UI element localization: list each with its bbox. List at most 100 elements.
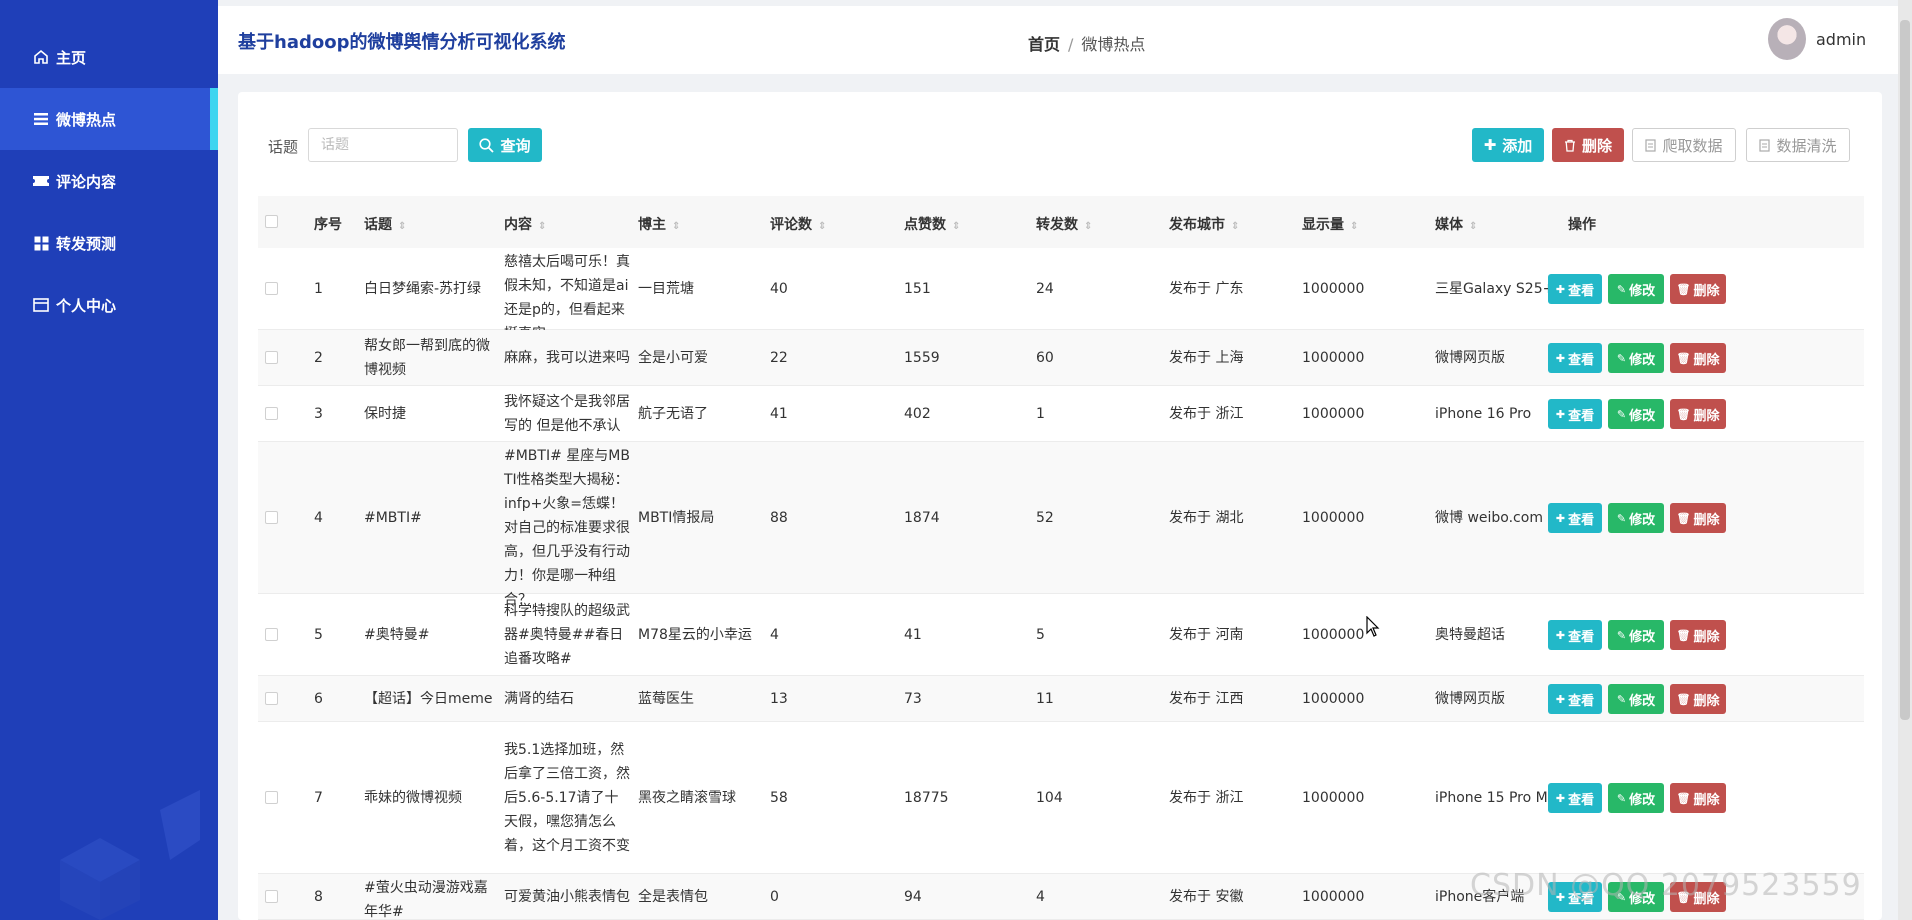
decorative-cubes bbox=[60, 790, 200, 920]
breadcrumb-home[interactable]: 首页 bbox=[1028, 35, 1060, 54]
cell-topic: 帮女郎一帮到底的微博视频 bbox=[364, 338, 490, 378]
column-header-city[interactable]: 发布城市 ⇕ bbox=[1169, 214, 1239, 234]
cell-comments: 40 bbox=[770, 281, 788, 297]
cell-media: iPhone 15 Pro Max bbox=[1435, 790, 1565, 806]
ticket-icon bbox=[32, 172, 50, 190]
delete-button[interactable]: 删除 bbox=[1552, 128, 1624, 162]
row-checkbox[interactable] bbox=[265, 890, 278, 903]
query-button[interactable]: 查询 bbox=[468, 128, 542, 162]
select-all-checkbox[interactable] bbox=[265, 215, 278, 228]
edit-button-label: 修改 bbox=[1629, 512, 1656, 528]
sidebar-item-comments[interactable]: 评论内容 bbox=[0, 150, 218, 212]
crawl-data-button[interactable]: 爬取数据 bbox=[1632, 128, 1736, 162]
table-row[interactable]: 3 保时捷 我怀疑这个是我邻居写的 但是他不承认 航子无语了 41 402 1 发布于 浙江 1… bbox=[258, 386, 1864, 442]
avatar[interactable] bbox=[1768, 18, 1806, 60]
table-row[interactable]: 6 【超话】今日meme 满肾的结石 蓝莓医生 13 73 11 发布于 江西 1000000 微… bbox=[258, 676, 1864, 722]
sort-icon: ⇕ bbox=[952, 221, 961, 232]
edit-icon: ✎ bbox=[1616, 791, 1627, 805]
delete-row-button[interactable]: 🗑 删除 bbox=[1670, 684, 1726, 714]
view-button[interactable]: ✚ 查看 bbox=[1548, 620, 1602, 650]
row-checkbox[interactable] bbox=[265, 692, 278, 705]
cell-reposts: 1 bbox=[1036, 406, 1045, 422]
cell-no: 5 bbox=[314, 627, 323, 643]
view-button-label: 查看 bbox=[1568, 408, 1595, 424]
view-button[interactable]: ✚ 查看 bbox=[1548, 503, 1602, 533]
sidebar-item-home[interactable]: 主页 bbox=[0, 26, 218, 88]
edit-button[interactable]: ✎ 修改 bbox=[1608, 783, 1664, 813]
edit-button[interactable]: ✎ 修改 bbox=[1608, 343, 1664, 373]
column-header-comments[interactable]: 评论数 ⇕ bbox=[770, 214, 826, 234]
table-row[interactable]: 2 帮女郎一帮到底的微博视频 麻麻，我可以进来吗 全是小可爱 22 1559 60 发布于 上… bbox=[258, 330, 1864, 386]
edit-button[interactable]: ✎ 修改 bbox=[1608, 399, 1664, 429]
view-button-label: 查看 bbox=[1568, 629, 1595, 645]
cell-comments: 22 bbox=[770, 350, 788, 366]
cell-author: 航子无语了 bbox=[638, 406, 708, 422]
edit-button-label: 修改 bbox=[1629, 408, 1656, 424]
table-row[interactable]: 7 乖妹的微博视频 我5.1选择加班，然后拿了三倍工资，然后5.6-5.17请了十天… bbox=[258, 722, 1864, 874]
view-button[interactable]: ✚ 查看 bbox=[1548, 684, 1602, 714]
column-header-media[interactable]: 媒体 ⇕ bbox=[1435, 214, 1477, 234]
edit-icon: ✎ bbox=[1616, 692, 1627, 706]
delete-row-button[interactable]: 🗑 删除 bbox=[1670, 503, 1726, 533]
view-button-label: 查看 bbox=[1568, 352, 1595, 368]
edit-button[interactable]: ✎ 修改 bbox=[1608, 503, 1664, 533]
cell-comments: 4 bbox=[770, 627, 779, 643]
delete-row-button[interactable]: 🗑 删除 bbox=[1670, 343, 1726, 373]
row-checkbox[interactable] bbox=[265, 407, 278, 420]
document-icon bbox=[1645, 138, 1657, 152]
clean-data-button[interactable]: 数据清洗 bbox=[1746, 128, 1850, 162]
view-button-label: 查看 bbox=[1568, 512, 1595, 528]
plus-icon: ✚ bbox=[1555, 511, 1566, 525]
page-scrollbar[interactable] bbox=[1900, 20, 1910, 720]
cell-topic: #萤火虫动漫游戏嘉年华# bbox=[364, 880, 488, 920]
view-button[interactable]: ✚ 查看 bbox=[1548, 783, 1602, 813]
delete-row-button[interactable]: 🗑 删除 bbox=[1670, 620, 1726, 650]
search-label: 话题 bbox=[268, 138, 299, 156]
delete-row-button[interactable]: 🗑 删除 bbox=[1670, 783, 1726, 813]
row-checkbox[interactable] bbox=[265, 791, 278, 804]
view-button[interactable]: ✚ 查看 bbox=[1548, 274, 1602, 304]
edit-button-label: 修改 bbox=[1629, 629, 1656, 645]
edit-button[interactable]: ✎ 修改 bbox=[1608, 620, 1664, 650]
cell-city: 发布于 浙江 bbox=[1169, 790, 1244, 806]
edit-button[interactable]: ✎ 修改 bbox=[1608, 684, 1664, 714]
add-button[interactable]: ✚ 添加 bbox=[1472, 128, 1544, 162]
row-checkbox[interactable] bbox=[265, 282, 278, 295]
sidebar-item-profile[interactable]: 个人中心 bbox=[0, 274, 218, 336]
column-header-author[interactable]: 博主 ⇕ bbox=[638, 214, 680, 234]
sort-icon: ⇕ bbox=[1084, 221, 1093, 232]
edit-button-label: 修改 bbox=[1629, 693, 1656, 709]
sidebar-item-repost-prediction[interactable]: 转发预测 bbox=[0, 212, 218, 274]
cell-author: 蓝莓医生 bbox=[638, 691, 694, 707]
column-header-views[interactable]: 显示量 ⇕ bbox=[1302, 214, 1358, 234]
column-header-topic[interactable]: 话题 ⇕ bbox=[364, 214, 406, 234]
delete-row-button[interactable]: 🗑 删除 bbox=[1670, 274, 1726, 304]
view-button[interactable]: ✚ 查看 bbox=[1548, 399, 1602, 429]
edit-icon: ✎ bbox=[1616, 282, 1627, 296]
table-row[interactable]: 1白日梦绳索-苏打绿慈禧太后喝可乐！真假未知，不知道是ai还是p的，但看起来挺真… bbox=[258, 248, 1864, 342]
row-checkbox[interactable] bbox=[265, 351, 278, 364]
row-checkbox[interactable] bbox=[265, 511, 278, 524]
cell-likes: 73 bbox=[904, 691, 922, 707]
view-button-label: 查看 bbox=[1568, 792, 1595, 808]
sidebar-item-weibo-hot[interactable]: 微博热点 bbox=[0, 88, 218, 150]
column-header-likes[interactable]: 点赞数 ⇕ bbox=[904, 214, 960, 234]
table-header: 序号 话题 ⇕ 内容 ⇕ 博主 ⇕ 评论数 ⇕ 点赞数 ⇕ 转发数 ⇕ 发布城市 ⇕ 显示量 ⇕… bbox=[258, 196, 1864, 248]
table-row[interactable]: 4 #MBTI# #MBTI# 星座与MBTI性格类型大揭秘：infp+火象=恁蝶！… bbox=[258, 442, 1864, 608]
edit-button[interactable]: ✎ 修改 bbox=[1608, 274, 1664, 304]
topic-search-input[interactable] bbox=[308, 128, 458, 162]
table-row[interactable]: 5 #奥特曼# 科学特搜队的超级武器#奥特曼##春日追番攻略# M78星云的小幸运 4 4… bbox=[258, 594, 1864, 676]
cell-media: 奥特曼超话 bbox=[1435, 627, 1505, 643]
sort-icon: ⇕ bbox=[538, 221, 547, 232]
column-header-content[interactable]: 内容 ⇕ bbox=[504, 214, 546, 234]
cell-media: 三星Galaxy S25+ bbox=[1435, 281, 1555, 297]
delete-row-button[interactable]: 🗑 删除 bbox=[1670, 399, 1726, 429]
cell-topic: 白日梦绳索-苏打绿 bbox=[364, 281, 482, 297]
column-header-reposts[interactable]: 转发数 ⇕ bbox=[1036, 214, 1092, 234]
home-icon bbox=[32, 48, 50, 66]
username[interactable]: admin bbox=[1816, 30, 1866, 49]
view-button[interactable]: ✚ 查看 bbox=[1548, 343, 1602, 373]
delete-row-button-label: 删除 bbox=[1693, 283, 1720, 299]
cell-likes: 94 bbox=[904, 889, 922, 905]
row-checkbox[interactable] bbox=[265, 628, 278, 641]
